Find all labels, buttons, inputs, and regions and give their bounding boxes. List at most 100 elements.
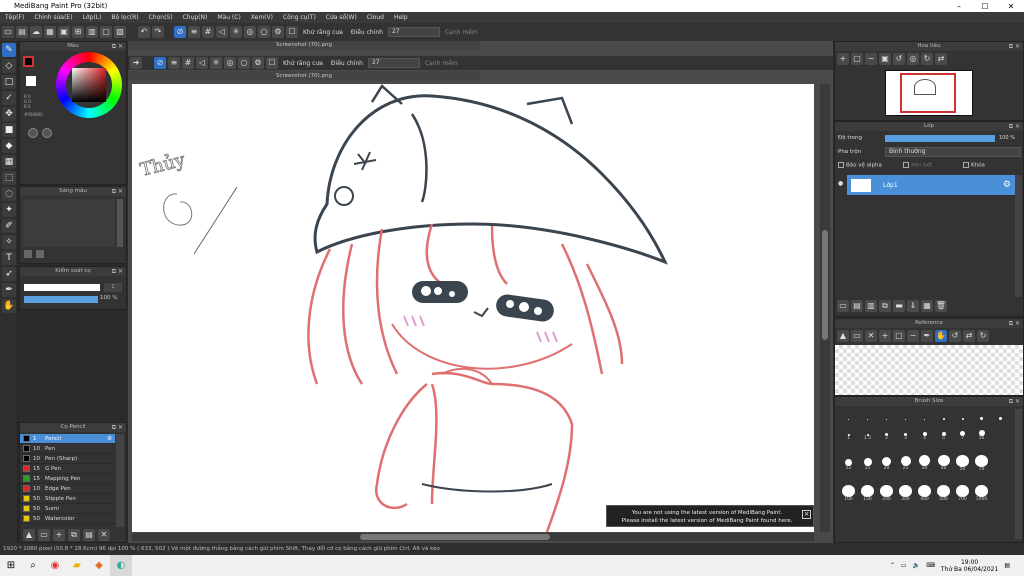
adjust-select-2[interactable]: 27 xyxy=(367,58,420,68)
snap-vanish-icon-2[interactable]: ◁ xyxy=(196,57,208,69)
file-explorer-icon[interactable]: ▰ xyxy=(66,555,88,576)
menu-capture[interactable]: Chụp(N) xyxy=(178,14,213,21)
shape-tool-icon[interactable]: □ xyxy=(2,75,16,89)
brush-size-option[interactable]: 150 xyxy=(858,485,877,502)
clock[interactable]: 19:00 Thứ Ba 06/04/2021 xyxy=(941,559,998,573)
brush-tool-icon[interactable]: ✎ xyxy=(2,43,16,57)
menu-window[interactable]: Cửa sổ(W) xyxy=(321,14,362,21)
antialias-checkbox-2[interactable]: ☐ xyxy=(266,57,278,69)
blend-mode-select[interactable]: Bình thường xyxy=(885,147,1021,157)
flatten-icon[interactable]: ▦ xyxy=(921,300,933,312)
palette-delete-icon[interactable] xyxy=(36,250,44,258)
brush-list-item[interactable]: 10 Edge Pen xyxy=(20,484,115,494)
layout-icon[interactable]: ▥ xyxy=(86,26,98,38)
select-eraser-icon[interactable]: ✧ xyxy=(2,235,16,249)
saturation-square[interactable] xyxy=(72,68,106,102)
update-notice[interactable]: You are not using the latest version of … xyxy=(606,505,814,527)
brush-list-item[interactable]: 15 Mapping Pen xyxy=(20,474,115,484)
brush-list-item[interactable]: 1 Pencil ⚙ xyxy=(20,434,115,444)
brush-size-option[interactable]: 1000 xyxy=(972,485,991,502)
brush-size-option[interactable]: 500 xyxy=(934,485,953,502)
snap-cross-icon[interactable]: # xyxy=(202,26,214,38)
notice-close-icon[interactable]: × xyxy=(802,510,811,519)
fill-rect-icon[interactable]: ■ xyxy=(2,123,16,137)
brush-add-icon[interactable]: + xyxy=(53,529,65,541)
brush-size-option[interactable] xyxy=(934,409,953,426)
ref-open-icon[interactable]: ▭ xyxy=(851,330,863,342)
layer-opacity-slider[interactable] xyxy=(885,135,995,142)
brush-size-option[interactable]: 20 xyxy=(877,455,896,472)
zoom-out-icon[interactable]: − xyxy=(865,53,877,65)
layer-settings-icon[interactable]: ⚙ xyxy=(1003,180,1011,190)
brush-size-option[interactable] xyxy=(877,409,896,426)
ref-rotate-right-icon[interactable]: ↻ xyxy=(977,330,989,342)
brush-list-item[interactable]: 15 G Pen xyxy=(20,464,115,474)
brush-list-item[interactable]: 10 Pen xyxy=(20,444,115,454)
brush-size-option[interactable]: 100 xyxy=(839,485,858,502)
new-layer-3-icon[interactable]: ▥ xyxy=(865,300,877,312)
brush-size-option[interactable] xyxy=(896,409,915,426)
snap-off-icon[interactable]: ⊘ xyxy=(174,26,186,38)
search-icon[interactable]: ⌕ xyxy=(22,555,44,576)
document-tab[interactable]: Screenshot (70).png xyxy=(128,41,480,50)
brush-size-option[interactable]: 5 xyxy=(934,425,953,442)
menu-layer[interactable]: Lớp(L) xyxy=(78,14,107,21)
hand-icon[interactable]: ✋ xyxy=(2,299,16,313)
brush-size-option[interactable]: 40 xyxy=(934,455,953,472)
brush-size-option[interactable]: 30 xyxy=(915,455,934,472)
new-layer-icon[interactable]: ▭ xyxy=(837,300,849,312)
palette-add-icon[interactable] xyxy=(24,250,32,258)
brush-size-option[interactable]: 15 xyxy=(858,455,877,472)
brush-size-option[interactable]: 1.5 xyxy=(858,425,877,442)
minimize-button[interactable]: – xyxy=(946,2,972,11)
menu-view[interactable]: Xem(V) xyxy=(246,14,278,21)
brush-list-item[interactable]: 50 Watercolor xyxy=(20,514,115,524)
palette2-icon[interactable] xyxy=(42,128,52,138)
snap-settings-icon-2[interactable]: ⚙ xyxy=(252,57,264,69)
notification-icon[interactable]: ▤ xyxy=(1004,562,1010,569)
clipping-checkbox[interactable]: Xén bớt xyxy=(903,162,932,169)
eraser-tool-icon[interactable]: ◇ xyxy=(2,59,16,73)
brush-list-item[interactable]: 50 Sumi xyxy=(20,504,115,514)
foreground-swatch[interactable] xyxy=(23,56,34,67)
ref-rotate-left-icon[interactable]: ↺ xyxy=(949,330,961,342)
new-layer-2-icon[interactable]: ▤ xyxy=(851,300,863,312)
redo-icon[interactable]: ↷ xyxy=(152,26,164,38)
snap-parallel-icon-2[interactable]: ≡ xyxy=(168,57,180,69)
flip-icon[interactable]: ⇄ xyxy=(935,53,947,65)
ref-close-icon[interactable]: ✕ xyxy=(865,330,877,342)
layer-row[interactable]: Lớp1 ⚙ xyxy=(847,175,1015,195)
select-icon[interactable]: ⬚ xyxy=(2,171,16,185)
lock-checkbox[interactable]: Khóa xyxy=(963,162,985,169)
brush-size-option[interactable]: 400 xyxy=(915,485,934,502)
ref-up-icon[interactable]: ▲ xyxy=(837,330,849,342)
windows-start-icon[interactable]: ⊞ xyxy=(0,555,22,576)
brush-size-option[interactable]: 300 xyxy=(896,485,915,502)
delete-layer-icon[interactable]: 🗑 xyxy=(935,300,947,312)
folder-icon[interactable]: ▬ xyxy=(893,300,905,312)
open-file-icon[interactable]: ▤ xyxy=(16,26,28,38)
maximize-button[interactable]: ☐ xyxy=(972,2,998,11)
brush-list-item[interactable]: 10 Pen (Sharp) xyxy=(20,454,115,464)
eyedropper-icon[interactable]: ✒ xyxy=(2,283,16,297)
brush-size-option[interactable]: 2 xyxy=(877,425,896,442)
palette-scrollbar[interactable] xyxy=(117,199,123,247)
brush-list-item[interactable]: 50 Stipple Pen xyxy=(20,494,115,504)
snap-curve-icon-2[interactable]: ○ xyxy=(238,57,250,69)
merge-icon[interactable]: ⇓ xyxy=(907,300,919,312)
arrow-icon[interactable]: ➜ xyxy=(130,57,142,69)
brush-copy-icon[interactable]: ⧉ xyxy=(68,529,80,541)
ref-zoom-out-icon[interactable]: − xyxy=(907,330,919,342)
check-tool-icon[interactable]: ✓ xyxy=(2,91,16,105)
brush-size-option[interactable] xyxy=(915,409,934,426)
ref-flip-icon[interactable]: ⇄ xyxy=(963,330,975,342)
panel-icon[interactable]: ▧ xyxy=(114,26,126,38)
volume-icon[interactable]: 🔈 xyxy=(913,562,920,569)
export-icon[interactable]: ▣ xyxy=(58,26,70,38)
palette-icon[interactable] xyxy=(28,128,38,138)
snap-radial-icon[interactable]: ✳ xyxy=(230,26,242,38)
window-icon[interactable]: ▢ xyxy=(100,26,112,38)
layer-scrollbar[interactable] xyxy=(1015,175,1022,297)
snap-circle-icon-2[interactable]: ◎ xyxy=(224,57,236,69)
menu-color[interactable]: Màu (C) xyxy=(212,14,245,21)
